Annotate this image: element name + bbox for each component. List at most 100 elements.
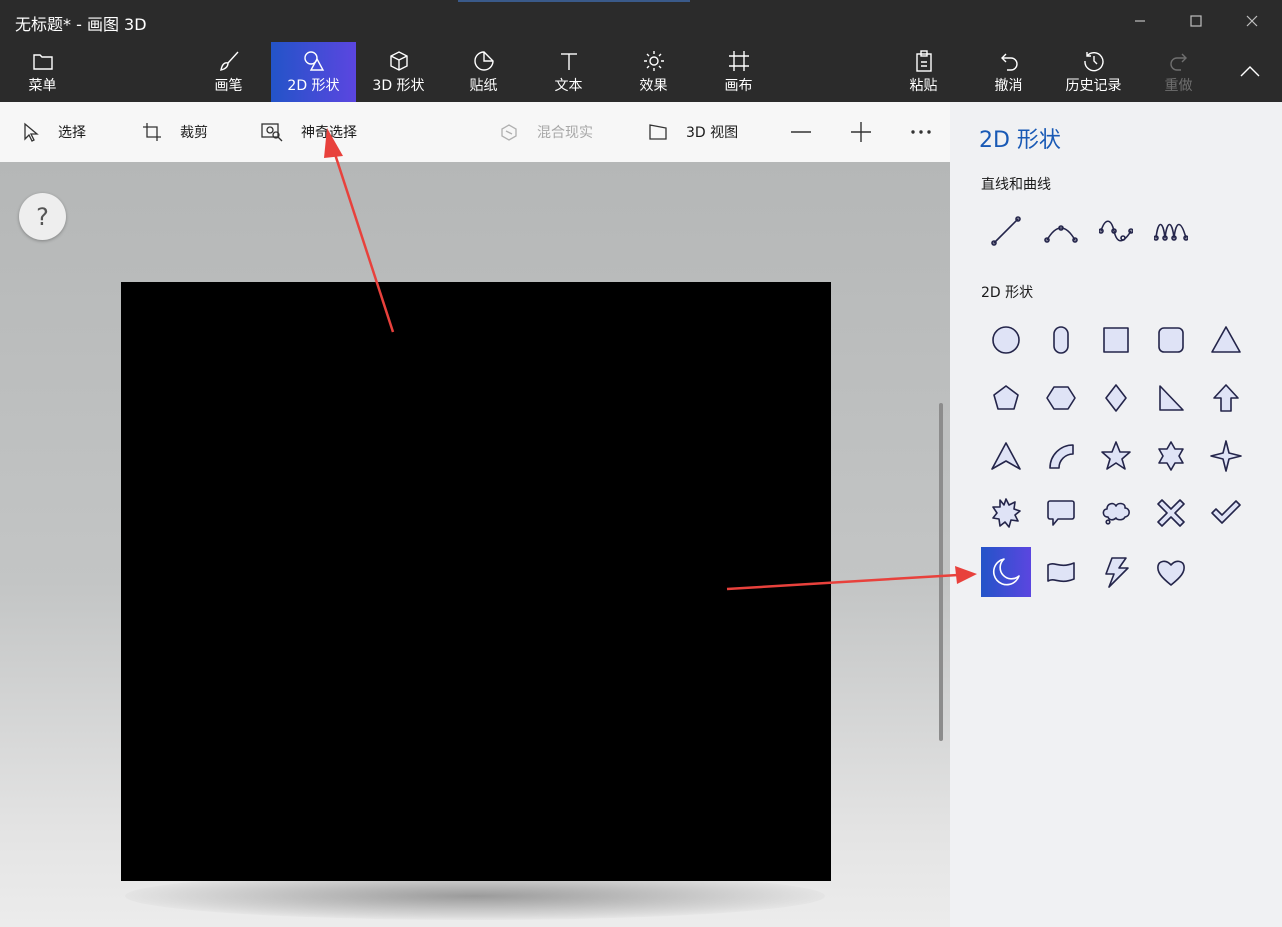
six-point-star-shape-button[interactable]	[1146, 431, 1196, 481]
tab-stickers[interactable]: 贴纸	[441, 42, 526, 102]
magic-select-label: 神奇选择	[301, 125, 357, 141]
circle-icon	[992, 326, 1020, 354]
x-mark-shape-button[interactable]	[1146, 488, 1196, 538]
plus-icon	[851, 122, 871, 142]
maximize-button[interactable]	[1168, 0, 1224, 42]
arrow-up-shape-button[interactable]	[1201, 373, 1251, 423]
circle-shape-button[interactable]	[981, 315, 1031, 365]
magic-select-tool[interactable]: 神奇选择	[261, 120, 357, 144]
burst-shape-button[interactable]	[981, 488, 1031, 538]
arrowhead-icon	[991, 442, 1021, 470]
close-button[interactable]	[1224, 0, 1280, 42]
square-icon	[1103, 327, 1129, 353]
banner-shape-button[interactable]	[1036, 547, 1086, 597]
sun-icon	[643, 51, 664, 71]
maximize-icon	[1190, 15, 1202, 27]
redo-icon	[1169, 53, 1187, 71]
panel-title: 2D 形状	[979, 128, 1061, 153]
tab-text[interactable]: 文本	[526, 42, 611, 102]
quarter-circle-shape-button[interactable]	[1036, 431, 1086, 481]
tab-2d-shapes[interactable]: 2D 形状	[271, 42, 356, 102]
ellipsis-icon	[911, 130, 931, 134]
title-accent-strip	[458, 0, 690, 2]
minus-icon	[791, 131, 811, 133]
cursor-icon	[24, 122, 39, 142]
tab-3d-shapes[interactable]: 3D 形状	[356, 42, 441, 102]
four-point-curve-icon	[1154, 223, 1188, 241]
crop-icon	[143, 123, 161, 141]
minimize-icon	[1135, 20, 1145, 22]
sticker-icon	[473, 51, 494, 71]
right-triangle-shape-button[interactable]	[1146, 373, 1196, 423]
curve-button[interactable]	[1036, 206, 1086, 256]
vertical-scrollbar[interactable]	[939, 403, 943, 741]
2d-shapes-icon	[303, 51, 324, 71]
cube-icon	[389, 51, 408, 71]
tab-label: 2D 形状	[287, 78, 340, 94]
tab-canvas[interactable]: 画布	[696, 42, 781, 102]
crop-tool[interactable]: 裁剪	[142, 120, 208, 144]
history-label: 历史记录	[1065, 78, 1122, 94]
ribbon: 菜单 画笔 2D 形状 3D 形状 贴纸 文本 效果 画布 粘贴 撤消 历史记录	[0, 42, 1282, 102]
mixed-reality-tool[interactable]: 混合现实	[499, 120, 593, 144]
capsule-shape-button[interactable]	[1036, 315, 1086, 365]
paste-button[interactable]: 粘贴	[881, 42, 966, 102]
tab-effects[interactable]: 效果	[611, 42, 696, 102]
arrow-up-icon	[1213, 384, 1239, 412]
four-point-star-shape-button[interactable]	[1201, 431, 1251, 481]
moon-shape-button[interactable]	[981, 547, 1031, 597]
folder-icon	[32, 54, 53, 70]
chevron-up-icon	[1240, 66, 1260, 77]
tab-brushes[interactable]: 画笔	[186, 42, 271, 102]
pentagon-shape-button[interactable]	[981, 373, 1031, 423]
history-button[interactable]: 历史记录	[1051, 42, 1136, 102]
check-mark-shape-button[interactable]	[1201, 488, 1251, 538]
hexagon-shape-button[interactable]	[1036, 373, 1086, 423]
five-point-star-icon	[1101, 441, 1131, 470]
paste-label: 粘贴	[909, 78, 938, 94]
diamond-shape-button[interactable]	[1091, 373, 1141, 423]
banner-icon	[1047, 562, 1075, 583]
zoom-out-button[interactable]	[789, 120, 813, 144]
burst-icon	[992, 498, 1021, 528]
minimize-button[interactable]	[1112, 0, 1168, 42]
undo-button[interactable]: 撤消	[966, 42, 1051, 102]
thought-bubble-shape-button[interactable]	[1091, 488, 1141, 538]
undo-icon	[1000, 53, 1018, 71]
select-tool[interactable]: 选择	[22, 120, 86, 144]
brush-icon	[219, 51, 239, 71]
tab-label: 文本	[554, 78, 583, 94]
four-point-curve-button[interactable]	[1146, 206, 1196, 256]
tab-label: 3D 形状	[372, 78, 425, 94]
collapse-ribbon-button[interactable]	[1222, 42, 1278, 102]
moon-icon	[992, 558, 1020, 586]
capsule-icon	[1053, 326, 1069, 354]
lightning-shape-button[interactable]	[1091, 547, 1141, 597]
triangle-shape-button[interactable]	[1201, 315, 1251, 365]
square-shape-button[interactable]	[1091, 315, 1141, 365]
drawing-canvas[interactable]	[121, 282, 831, 881]
hexagon-icon	[1046, 386, 1076, 410]
diamond-icon	[1105, 384, 1127, 412]
heart-shape-button[interactable]	[1146, 547, 1196, 597]
redo-button[interactable]: 重做	[1136, 42, 1221, 102]
3d-view-icon	[649, 124, 667, 140]
more-options-button[interactable]	[909, 120, 933, 144]
tab-label: 效果	[639, 78, 668, 94]
x-mark-icon	[1157, 499, 1185, 527]
speech-bubble-icon	[1047, 500, 1075, 526]
rounded-square-shape-button[interactable]	[1146, 315, 1196, 365]
mixed-reality-label: 混合现实	[537, 125, 593, 141]
menu-button[interactable]: 菜单	[0, 42, 85, 102]
three-point-curve-button[interactable]	[1091, 206, 1141, 256]
speech-bubble-shape-button[interactable]	[1036, 488, 1086, 538]
3d-view-tool[interactable]: 3D 视图	[648, 120, 738, 144]
title-bar: 无标题* - 画图 3D	[0, 0, 1282, 42]
pentagon-icon	[993, 385, 1019, 410]
five-point-star-shape-button[interactable]	[1091, 431, 1141, 481]
six-point-star-icon	[1158, 441, 1184, 471]
arrowhead-shape-button[interactable]	[981, 431, 1031, 481]
line-button[interactable]	[981, 206, 1031, 256]
help-button[interactable]: ?	[19, 193, 66, 240]
zoom-in-button[interactable]	[849, 120, 873, 144]
